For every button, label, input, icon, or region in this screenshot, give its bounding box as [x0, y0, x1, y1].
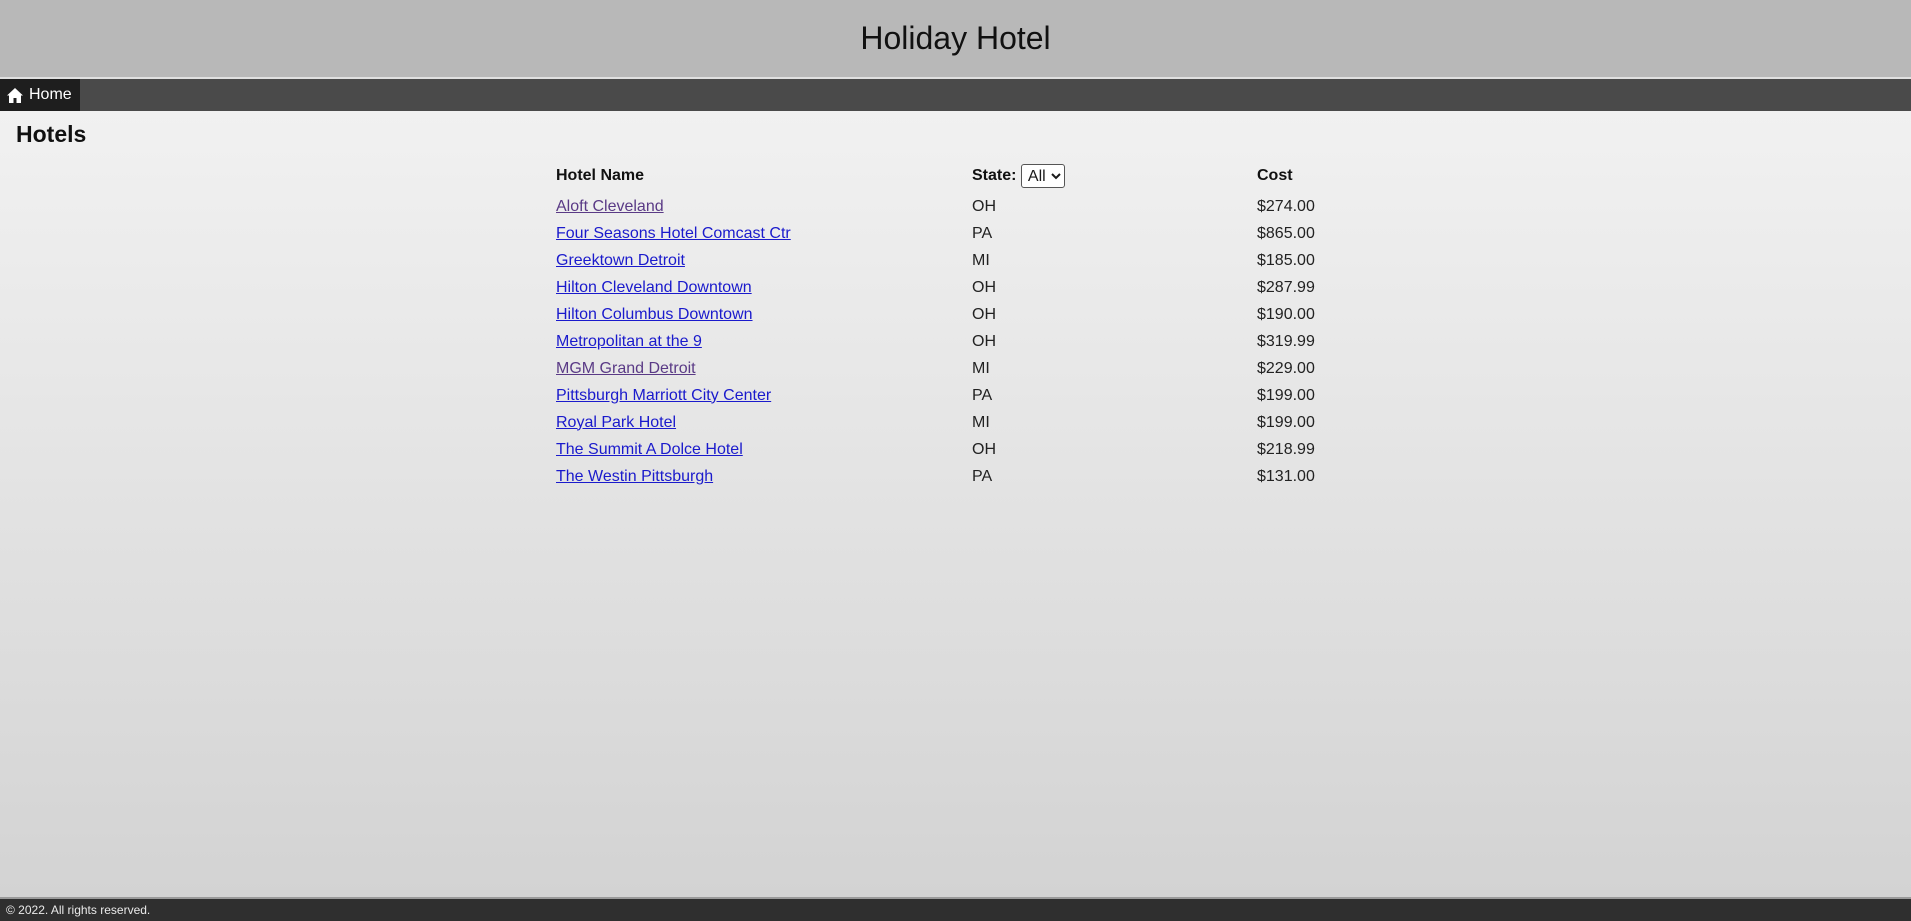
hotel-state-cell: MI [972, 359, 990, 377]
hotel-link[interactable]: Four Seasons Hotel Comcast Ctr [556, 225, 791, 242]
page-heading: Hotels [16, 121, 87, 147]
hotel-link[interactable]: Royal Park Hotel [556, 414, 676, 431]
cost-header: Cost [1257, 167, 1293, 184]
hotel-name-cell: The Summit A Dolce Hotel [553, 436, 969, 463]
site-header: Holiday Hotel [0, 0, 1911, 79]
hotel-state-cell: PA [972, 224, 993, 242]
hotel-name-cell: Hilton Columbus Downtown [553, 301, 969, 328]
hotel-name-cell: The Westin Pittsburgh [553, 463, 969, 490]
hotel-state-cell: PA [972, 467, 993, 485]
hotel-name-cell: Royal Park Hotel [553, 409, 969, 436]
nav-bar: Home [0, 79, 1911, 111]
hotel-rows: Aloft Cleveland OH $274.00 Four Seasons Hot… [553, 193, 1410, 490]
hotel-cost-cell: $199.00 [1257, 413, 1315, 431]
hotel-link[interactable]: The Summit A Dolce Hotel [556, 441, 743, 458]
hotel-name-cell: Greektown Detroit [553, 247, 969, 274]
hotel-cost-cell: $287.99 [1257, 278, 1315, 296]
hotel-name-cell: Aloft Cleveland [553, 193, 969, 220]
hotel-name-cell: Pittsburgh Marriott City Center [553, 382, 969, 409]
hotel-state-cell: OH [972, 278, 996, 296]
table-row: Greektown Detroit MI $185.00 [553, 247, 1410, 274]
hotel-cost-cell: $131.00 [1257, 467, 1315, 485]
hotel-cost-cell: $185.00 [1257, 251, 1315, 269]
home-icon [7, 87, 23, 103]
hotel-cost-cell: $229.00 [1257, 359, 1315, 377]
table-row: Metropolitan at the 9 OH $319.99 [553, 328, 1410, 355]
footer-copyright: © 2022. All rights reserved. [6, 903, 151, 917]
hotel-state-cell: OH [972, 440, 996, 458]
state-header-label: State: [972, 167, 1017, 185]
hotel-state-cell: OH [972, 305, 996, 323]
hotel-link[interactable]: The Westin Pittsburgh [556, 468, 713, 485]
hotel-link[interactable]: Aloft Cleveland [556, 198, 664, 215]
hotel-name-cell: Metropolitan at the 9 [553, 328, 969, 355]
table-row: Hilton Cleveland Downtown OH $287.99 [553, 274, 1410, 301]
table-row: Royal Park Hotel MI $199.00 [553, 409, 1410, 436]
hotel-cost-cell: $199.00 [1257, 386, 1315, 404]
hotel-link[interactable]: MGM Grand Detroit [556, 360, 696, 377]
hotel-link[interactable]: Hilton Cleveland Downtown [556, 279, 752, 296]
hotel-state-cell: PA [972, 386, 993, 404]
table-row: The Summit A Dolce Hotel OH $218.99 [553, 436, 1410, 463]
table-row: Aloft Cleveland OH $274.00 [553, 193, 1410, 220]
hotel-state-cell: MI [972, 413, 990, 431]
footer: © 2022. All rights reserved. [0, 897, 1911, 921]
table-row: MGM Grand Detroit MI $229.00 [553, 355, 1410, 382]
hotel-cost-cell: $274.00 [1257, 197, 1315, 215]
state-header: State: All [969, 159, 1254, 193]
table-row: Hilton Columbus Downtown OH $190.00 [553, 301, 1410, 328]
hotel-state-cell: OH [972, 332, 996, 350]
table-header-row: Hotel Name State: All Cost [553, 159, 1410, 193]
hotel-name-header: Hotel Name [556, 167, 645, 184]
hotel-name-cell: Hilton Cleveland Downtown [553, 274, 969, 301]
hotel-name-cell: MGM Grand Detroit [553, 355, 969, 382]
hotel-link[interactable]: Greektown Detroit [556, 252, 685, 269]
hotel-link[interactable]: Metropolitan at the 9 [556, 333, 702, 350]
state-filter-select[interactable]: All [1020, 164, 1065, 188]
hotel-name-cell: Four Seasons Hotel Comcast Ctr [553, 220, 969, 247]
table-row: The Westin Pittsburgh PA $131.00 [553, 463, 1410, 490]
site-title: Holiday Hotel [860, 20, 1051, 56]
hotel-cost-cell: $190.00 [1257, 305, 1315, 323]
hotel-cost-cell: $319.99 [1257, 332, 1315, 350]
nav-home-link[interactable]: Home [0, 79, 80, 111]
hotel-link[interactable]: Pittsburgh Marriott City Center [556, 387, 771, 404]
hotel-link[interactable]: Hilton Columbus Downtown [556, 306, 753, 323]
hotel-cost-cell: $218.99 [1257, 440, 1315, 458]
table-row: Four Seasons Hotel Comcast Ctr PA $865.00 [553, 220, 1410, 247]
hotel-cost-cell: $865.00 [1257, 224, 1315, 242]
hotel-state-cell: MI [972, 251, 990, 269]
hotel-state-cell: OH [972, 197, 996, 215]
table-row: Pittsburgh Marriott City Center PA $199.00 [553, 382, 1410, 409]
hotels-table: Hotel Name State: All Cost Aloft Clevela… [553, 159, 1410, 490]
nav-home-label: Home [29, 86, 72, 103]
